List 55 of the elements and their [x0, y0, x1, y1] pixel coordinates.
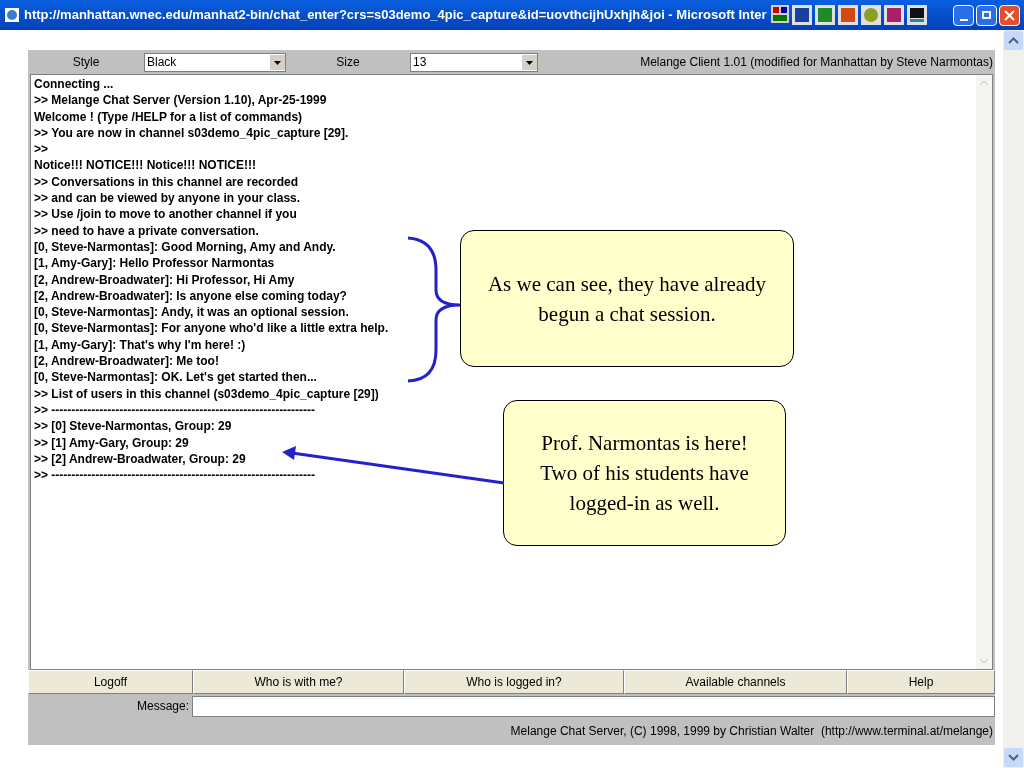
- chat-line: >> Conversations in this channel are recorded: [34, 173, 299, 191]
- chat-line: [2, Andrew-Broadwater]: Is anyone else coming today?: [34, 287, 347, 305]
- close-button[interactable]: [999, 4, 1020, 26]
- footer-text: Melange Chat Server, (C) 1998, 1999 by Christian Walter (http://www.terminal.at/melange): [510, 723, 994, 740]
- chat-line: >> need to have a private conversation.: [34, 222, 259, 239]
- chat-line: >> [1] Amy-Gary, Group: 29: [34, 434, 189, 451]
- action-button[interactable]: Who is logged in?: [404, 670, 624, 694]
- action-button[interactable]: Available channels: [624, 670, 847, 694]
- word-icon[interactable]: [791, 5, 812, 25]
- minimize-button[interactable]: [953, 4, 974, 26]
- size-dropdown[interactable]: 13: [410, 52, 538, 72]
- size-label: Size: [335, 54, 361, 71]
- action-button[interactable]: Help: [847, 670, 995, 694]
- chat-line: >> and can be viewed by anyone in your class.: [34, 190, 301, 207]
- action-button[interactable]: Who is with me?: [193, 670, 404, 694]
- chat-line: >> ------------------------------------------------------------------: [34, 467, 316, 484]
- chat-line: >> Melange Chat Server (Version 1.10), Apr-25-1999: [34, 92, 327, 109]
- chat-line: Connecting ...: [34, 76, 114, 93]
- scroll-up-icon[interactable]: [1003, 30, 1024, 51]
- chat-line: >> ------------------------------------------------------------------: [34, 401, 316, 419]
- window-title: http://manhattan.wnec.edu/manhat2-bin/chat_enter?crs=s03demo_4pic_capture&id=uovthcijhUxhjh&joi - Microsoft Inter: [24, 6, 767, 25]
- monitor-icon[interactable]: [906, 5, 927, 25]
- client-info: Melange Client 1.01 (modified for Manhattan by Steve Narmontas): [640, 54, 994, 71]
- scroll-down-icon[interactable]: [1003, 747, 1024, 768]
- chat-line: [0, Steve-Narmontas]: Good Morning, Amy and Andy.: [34, 238, 336, 256]
- feather-icon[interactable]: [883, 5, 904, 25]
- callout-text: As we can see, they have already begun a chat session.: [487, 270, 767, 328]
- message-field[interactable]: [192, 695, 995, 717]
- chat-line: >>: [34, 141, 48, 158]
- chat-line: >> [2] Andrew-Broadwater, Group: 29: [34, 450, 246, 468]
- close-icon: [1004, 9, 1015, 21]
- spreadsheet-icon[interactable]: [814, 5, 835, 25]
- chat-line: [2, Andrew-Broadwater]: Hi Professor, Hi Amy: [34, 271, 295, 288]
- action-button[interactable]: Logoff: [28, 670, 193, 694]
- chat-line: [1, Amy-Gary]: Hello Professor Narmontas: [34, 255, 275, 272]
- chat-line: >> [0] Steve-Narmontas, Group: 29: [34, 418, 232, 435]
- chat-line: >> List of users in this channel (s03demo_4pic_capture [29]): [34, 385, 379, 402]
- style-dropdown[interactable]: Black: [144, 52, 286, 72]
- app-icon[interactable]: [770, 5, 789, 23]
- chat-line: [2, Andrew-Broadwater]: Me too!: [34, 353, 219, 370]
- callout-text: Prof. Narmontas is here! Two of his students have logged-in as well.: [539, 430, 750, 517]
- chat-line: [0, Steve-Narmontas]: Andy, it was an optional session.: [34, 304, 349, 321]
- chat-line: Welcome ! (Type /HELP for a list of commands): [34, 108, 303, 125]
- style-label: Style: [71, 54, 101, 71]
- chat-line: >> You are now in channel s03demo_4pic_capture [29].: [34, 124, 349, 142]
- chat-line: [1, Amy-Gary]: That's why I'm here! :): [34, 336, 246, 354]
- presentation-icon[interactable]: [837, 5, 858, 25]
- chat-line: [0, Steve-Narmontas]: For anyone who'd like a little extra help.: [34, 320, 389, 337]
- message-label: Message:: [135, 698, 190, 715]
- circle-app-icon[interactable]: [860, 5, 881, 25]
- restore-button[interactable]: [976, 4, 997, 26]
- chat-line: >> Use /join to move to another channel if you: [34, 206, 297, 223]
- browser-icon: [4, 7, 20, 23]
- chat-line: Notice!!! NOTICE!!! Notice!!! NOTICE!!!: [34, 157, 256, 174]
- chat-line: [0, Steve-Narmontas]: OK. Let's get started then...: [34, 369, 317, 386]
